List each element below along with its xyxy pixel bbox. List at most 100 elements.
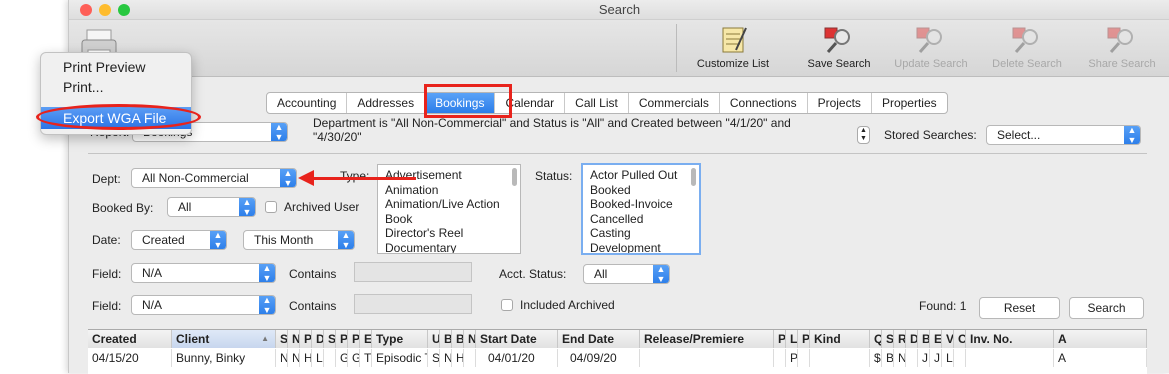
column-header[interactable]: E [360, 330, 372, 348]
type-option[interactable]: Documentary [378, 241, 520, 254]
table-cell: N [276, 349, 288, 367]
stored-searches-value: Select... [997, 128, 1041, 142]
criteria-stepper-icon[interactable]: ▲ ▼ [857, 126, 870, 144]
column-header[interactable]: D [312, 330, 324, 348]
menu-item-print[interactable]: Print... [63, 79, 103, 95]
tab-connections[interactable]: Connections [720, 93, 808, 113]
column-header-client[interactable]: Client ▲ [172, 330, 276, 348]
type-option[interactable]: Book [378, 212, 520, 227]
column-header[interactable]: A [1054, 330, 1147, 348]
column-header-created[interactable]: Created [88, 330, 172, 348]
tab-projects[interactable]: Projects [808, 93, 872, 113]
type-scrollbar[interactable] [512, 168, 517, 186]
column-header[interactable]: N [288, 330, 300, 348]
delete-search-icon [1012, 27, 1038, 53]
zoom-window-button[interactable] [118, 4, 130, 16]
field2-select[interactable]: N/A ▲ ▼ [131, 295, 276, 315]
column-header[interactable]: P [348, 330, 360, 348]
customize-list-label: Customize List [696, 58, 770, 70]
table-cell [906, 349, 918, 367]
column-header[interactable]: E [930, 330, 942, 348]
divider [88, 153, 1147, 154]
save-search-label: Save Search [807, 58, 871, 70]
customize-list-button[interactable]: Customize List [685, 22, 781, 74]
field1-select[interactable]: N/A ▲ ▼ [131, 263, 276, 283]
status-listbox[interactable]: Actor Pulled Out Booked Booked-Invoice C… [581, 163, 701, 255]
column-header[interactable]: B [918, 330, 930, 348]
archived-users-checkbox[interactable] [265, 201, 277, 213]
column-header-type[interactable]: Type [372, 330, 428, 348]
column-header[interactable]: B [452, 330, 464, 348]
dept-select[interactable]: All Non-Commercial ▲ ▼ [131, 168, 297, 188]
column-header-end-date[interactable]: End Date [558, 330, 640, 348]
status-scrollbar[interactable] [691, 168, 696, 186]
tab-addresses[interactable]: Addresses [347, 93, 426, 113]
table-cell: 04/15/20 [88, 349, 172, 367]
tab-properties[interactable]: Properties [872, 93, 947, 113]
date-range-value: This Month [254, 233, 314, 247]
close-window-button[interactable] [80, 4, 92, 16]
search-criteria-text: Department is "All Non-Commercial" and S… [313, 116, 791, 144]
column-header[interactable]: C [954, 330, 966, 348]
chevron-updown-icon: ▲ ▼ [653, 265, 669, 283]
status-option[interactable]: Development [583, 241, 699, 254]
column-header[interactable]: Q [870, 330, 882, 348]
window-title: Search [598, 2, 641, 17]
chevron-updown-icon: ▲ ▼ [259, 296, 275, 314]
column-header[interactable]: P [798, 330, 810, 348]
field1-label: Field: [92, 267, 122, 281]
menu-item-print-preview[interactable]: Print Preview [63, 59, 145, 75]
booked-by-value: All [178, 200, 192, 214]
delete-search-button[interactable]: Delete Search [983, 22, 1071, 74]
bookings-tab-highlight [424, 84, 512, 118]
minimize-window-button[interactable] [99, 4, 111, 16]
status-option[interactable]: Casting [583, 226, 699, 241]
contains1-input[interactable] [354, 262, 472, 282]
type-option[interactable]: Director's Reel [378, 226, 520, 241]
column-header[interactable]: P [774, 330, 786, 348]
status-option[interactable]: Booked [583, 183, 699, 198]
column-header[interactable]: L [786, 330, 798, 348]
column-header[interactable]: R [894, 330, 906, 348]
status-option[interactable]: Actor Pulled Out [583, 168, 699, 183]
acct-status-value: All [594, 267, 608, 281]
status-label: Status: [535, 169, 573, 183]
column-header[interactable]: B [440, 330, 452, 348]
tab-commercials[interactable]: Commercials [629, 93, 720, 113]
date-range-select[interactable]: This Month ▲ ▼ [243, 230, 355, 250]
date-field-select[interactable]: Created ▲ ▼ [131, 230, 227, 250]
share-search-button[interactable]: Share Search [1079, 22, 1165, 74]
column-header[interactable]: P [336, 330, 348, 348]
booked-by-select[interactable]: All ▲ ▼ [167, 197, 256, 217]
column-header[interactable]: D [906, 330, 918, 348]
tab-accounting[interactable]: Accounting [267, 93, 348, 113]
type-option[interactable]: Advertisement [378, 168, 520, 183]
column-header[interactable]: P [300, 330, 312, 348]
column-header[interactable]: S [882, 330, 894, 348]
acct-status-select[interactable]: All ▲ ▼ [583, 264, 670, 284]
type-option[interactable]: Animation/Live Action [378, 197, 520, 212]
included-archived-checkbox[interactable] [501, 299, 513, 311]
column-header[interactable]: S [324, 330, 336, 348]
column-header-inv-no[interactable]: Inv. No. [966, 330, 1054, 348]
status-option[interactable]: Booked-Invoice [583, 197, 699, 212]
tab-call-list[interactable]: Call List [565, 93, 629, 113]
status-option[interactable]: Cancelled [583, 212, 699, 227]
date-label: Date: [92, 233, 121, 247]
column-header[interactable]: U [428, 330, 440, 348]
column-header[interactable]: N [464, 330, 476, 348]
column-header-start-date[interactable]: Start Date [476, 330, 558, 348]
type-option[interactable]: Animation [378, 183, 520, 198]
column-header[interactable]: S [276, 330, 288, 348]
column-header-release[interactable]: Release/Premiere [640, 330, 774, 348]
save-search-button[interactable]: Save Search [799, 22, 879, 74]
column-header-kind[interactable]: Kind [810, 330, 870, 348]
stored-searches-select[interactable]: Select... ▲ ▼ [986, 125, 1141, 145]
column-header[interactable]: V [942, 330, 954, 348]
search-button[interactable]: Search [1069, 297, 1144, 319]
reset-button[interactable]: Reset [979, 297, 1060, 319]
update-search-button[interactable]: Update Search [887, 22, 975, 74]
table-cell: P [786, 349, 798, 367]
contains2-input[interactable] [354, 294, 472, 314]
found-count: Found: 1 [919, 299, 967, 313]
